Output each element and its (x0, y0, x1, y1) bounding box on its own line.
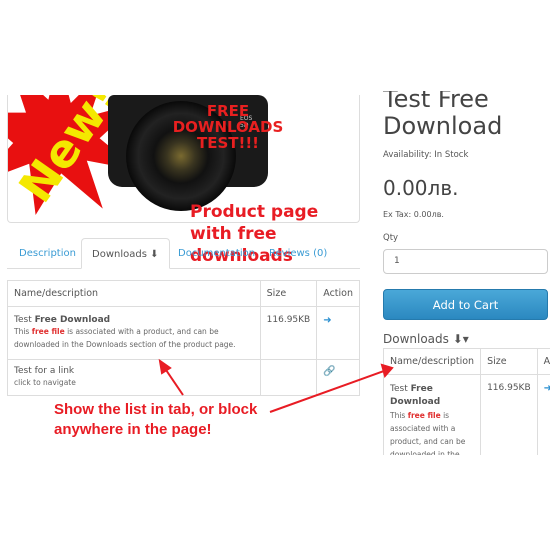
availability: Availability: In Stock (383, 150, 469, 160)
arrow-head (380, 363, 394, 379)
qty-input[interactable]: 1 (383, 249, 548, 274)
arrow-to-table (163, 366, 184, 396)
price: 0.00лв. (383, 176, 459, 200)
qty-label: Qty (383, 233, 399, 243)
page-viewport: New! EOS 5D FREE DOWNLOADS TEST!!! Produ… (0, 95, 550, 455)
arrow-head (158, 358, 172, 375)
product-title: Test Free Download (383, 85, 503, 140)
annotation-arrows (158, 358, 394, 413)
arrow-to-block (269, 370, 385, 413)
add-to-cart-button[interactable]: Add to Cart (383, 289, 548, 320)
ex-tax: Ex Tax: 0.00лв. (383, 210, 444, 219)
